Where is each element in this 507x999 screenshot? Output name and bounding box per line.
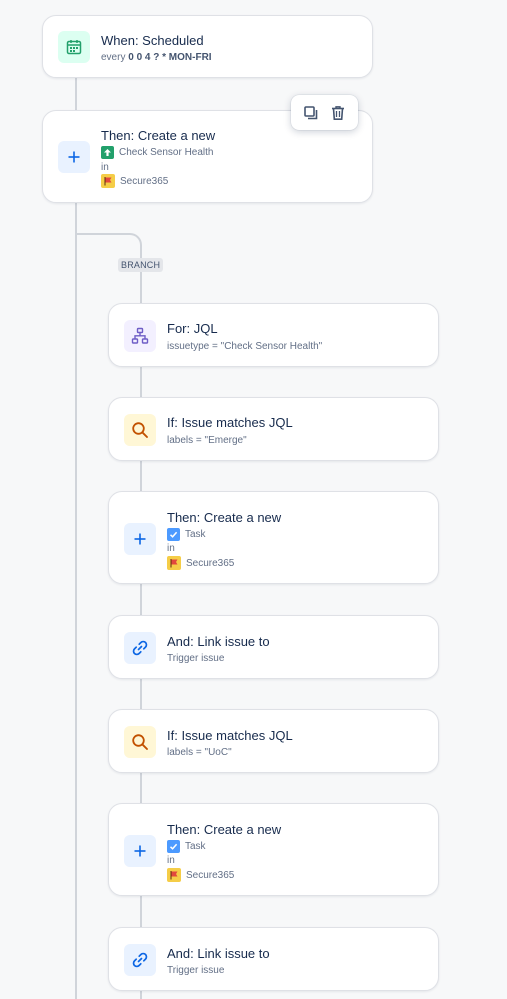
create2-issue-type-label: Task xyxy=(185,529,206,540)
arrow-up-icon xyxy=(101,146,114,159)
if2-title: If: Issue matches JQL xyxy=(167,728,293,743)
create3-issue-type: Task xyxy=(167,840,206,853)
connector-main xyxy=(75,78,77,999)
create1-title: Then: Create a new xyxy=(101,128,216,143)
if1-query: labels = "Emerge" xyxy=(167,435,247,446)
card-action-toolbar xyxy=(291,95,358,130)
create3-title: Then: Create a new xyxy=(167,822,282,837)
link-icon xyxy=(124,632,156,664)
if-jql-card-1[interactable]: If: Issue matches JQL labels = "Emerge" xyxy=(108,397,439,461)
duplicate-button[interactable] xyxy=(300,102,322,124)
link1-title: And: Link issue to xyxy=(167,634,270,649)
link-icon xyxy=(124,944,156,976)
calendar-icon xyxy=(58,31,90,63)
create1-in: in xyxy=(101,162,109,173)
create2-title: Then: Create a new xyxy=(167,510,282,525)
project-flag-icon xyxy=(101,174,115,188)
create3-project: Secure365 xyxy=(167,868,234,882)
duplicate-icon xyxy=(303,105,318,119)
project-flag-icon xyxy=(167,556,181,570)
plus-icon xyxy=(124,835,156,867)
create2-project-label: Secure365 xyxy=(186,557,235,569)
if1-title: If: Issue matches JQL xyxy=(167,415,293,430)
task-checkbox-icon xyxy=(167,840,180,853)
branch-label: BRANCH xyxy=(118,258,164,272)
task-checkbox-icon xyxy=(167,528,180,541)
trigger-schedule: every 0 0 4 ? * MON-FRI xyxy=(101,52,212,63)
for-jql-query: issuetype = "Check Sensor Health" xyxy=(167,341,323,352)
create1-issue-type: Check Sensor Health xyxy=(101,146,214,159)
trash-icon xyxy=(332,105,345,120)
create1-project-label: Secure365 xyxy=(120,175,169,187)
search-icon xyxy=(124,726,156,758)
create-issue-card-3[interactable]: Then: Create a new Task in Secure365 xyxy=(108,803,439,896)
trigger-card[interactable]: When: Scheduled every 0 0 4 ? * MON-FRI xyxy=(42,15,373,78)
link1-target: Trigger issue xyxy=(167,653,225,664)
branch-hierarchy-icon xyxy=(124,320,156,352)
if-jql-card-2[interactable]: If: Issue matches JQL labels = "UoC" xyxy=(108,709,439,773)
create2-issue-type: Task xyxy=(167,528,206,541)
project-flag-icon xyxy=(167,868,181,882)
trigger-cron: 0 0 4 ? * MON-FRI xyxy=(128,52,212,63)
create1-issue-type-label: Check Sensor Health xyxy=(119,147,214,158)
create3-project-label: Secure365 xyxy=(186,869,235,881)
create3-issue-type-label: Task xyxy=(185,841,206,852)
search-icon xyxy=(124,414,156,446)
connector-branch-curve xyxy=(110,233,142,253)
link2-title: And: Link issue to xyxy=(167,946,270,961)
create2-project: Secure365 xyxy=(167,556,234,570)
link-issue-card-1[interactable]: And: Link issue to Trigger issue xyxy=(108,615,439,679)
delete-button[interactable] xyxy=(327,102,349,124)
plus-icon xyxy=(58,141,90,173)
create3-in: in xyxy=(167,855,175,866)
trigger-title: When: Scheduled xyxy=(101,33,204,48)
create-issue-card-2[interactable]: Then: Create a new Task in Secure365 xyxy=(108,491,439,584)
if2-query: labels = "UoC" xyxy=(167,747,232,758)
trigger-every: every xyxy=(101,52,126,63)
for-jql-card[interactable]: For: JQL issuetype = "Check Sensor Healt… xyxy=(108,303,439,367)
create1-project: Secure365 xyxy=(101,174,168,188)
for-jql-title: For: JQL xyxy=(167,321,218,336)
create2-in: in xyxy=(167,543,175,554)
plus-icon xyxy=(124,523,156,555)
link2-target: Trigger issue xyxy=(167,965,225,976)
link-issue-card-2[interactable]: And: Link issue to Trigger issue xyxy=(108,927,439,991)
